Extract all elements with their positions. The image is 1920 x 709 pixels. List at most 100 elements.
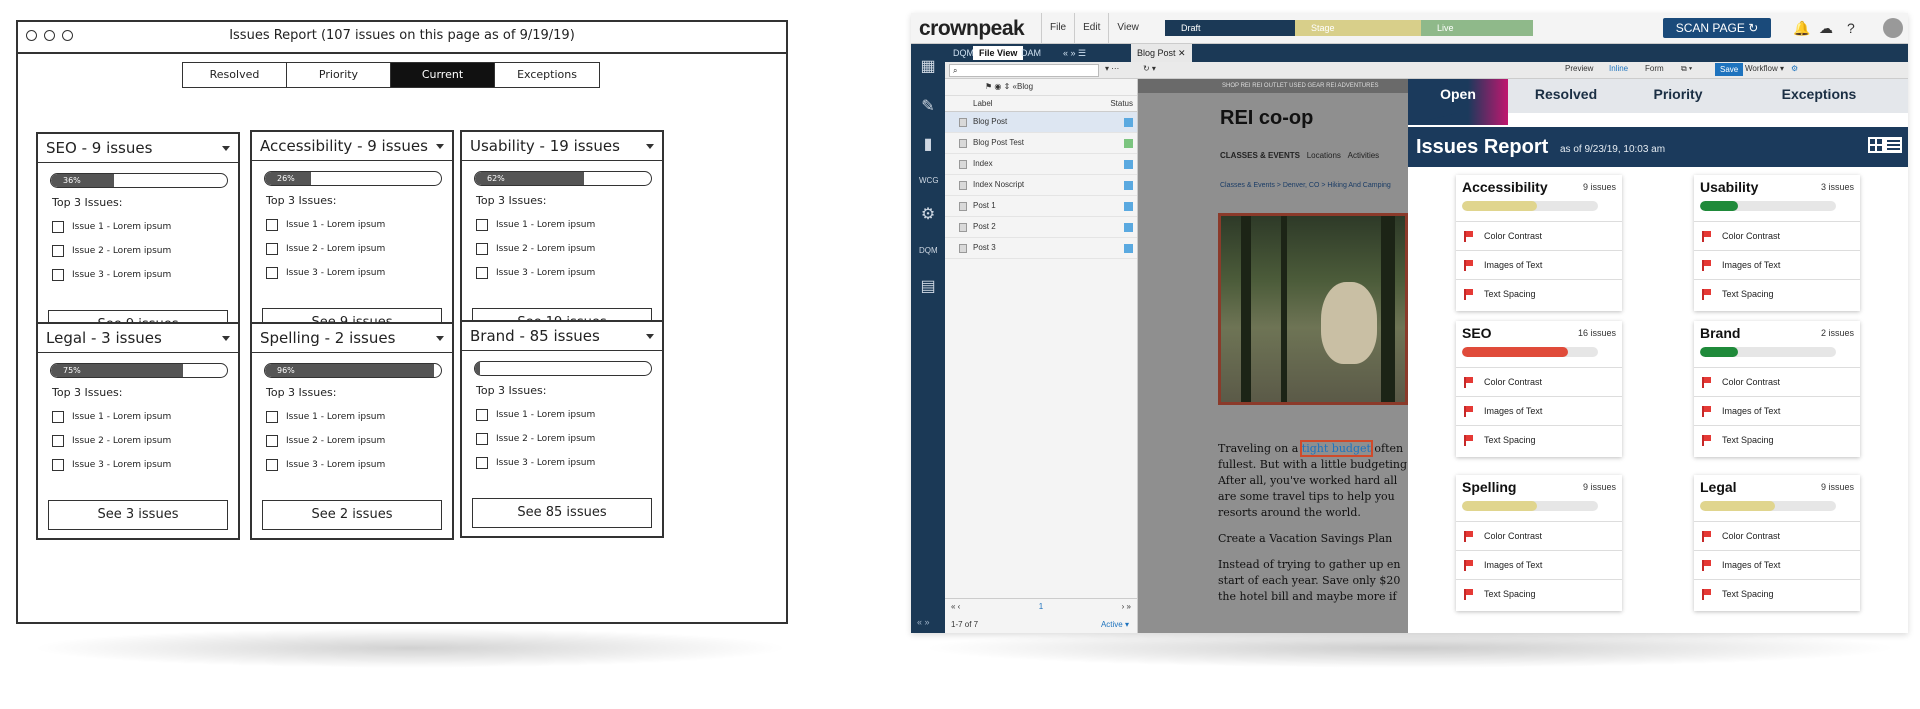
- chevron-down-icon[interactable]: [646, 334, 654, 339]
- issue-item[interactable]: Images of Text: [1694, 550, 1860, 579]
- card-title[interactable]: Accessibility - 9 issues: [252, 132, 452, 161]
- menu-file[interactable]: File: [1041, 13, 1074, 43]
- search-input[interactable]: ⌕: [949, 64, 1099, 77]
- tab-dam[interactable]: DAM: [1015, 46, 1047, 60]
- tab-resolved[interactable]: Resolved: [183, 63, 287, 87]
- tab-priority[interactable]: Priority: [287, 63, 391, 87]
- issue-checkbox[interactable]: [476, 433, 488, 445]
- see-issues-button[interactable]: See 85 issues: [472, 498, 652, 528]
- issue-item[interactable]: Color Contrast: [1456, 221, 1622, 250]
- card-title[interactable]: Brand: [1700, 325, 1740, 341]
- gear-icon[interactable]: ⚙: [919, 206, 937, 224]
- file-row[interactable]: Index Noscript: [945, 175, 1137, 196]
- card-title[interactable]: Spelling - 2 issues: [252, 324, 452, 353]
- issue-checkbox[interactable]: [476, 243, 488, 255]
- issue-item[interactable]: Color Contrast: [1694, 521, 1860, 550]
- card-title[interactable]: Usability - 19 issues: [462, 132, 662, 161]
- issue-item[interactable]: Images of Text: [1694, 396, 1860, 425]
- issue-checkbox[interactable]: [52, 269, 64, 281]
- dqm-icon[interactable]: DQM: [919, 242, 938, 260]
- issue-checkbox[interactable]: [476, 267, 488, 279]
- help-icon[interactable]: ?: [1847, 20, 1855, 36]
- preview-menu-locations[interactable]: Locations: [1307, 151, 1341, 160]
- issue-item[interactable]: Text Spacing: [1694, 425, 1860, 454]
- preview-menu-classes[interactable]: CLASSES & EVENTS: [1220, 151, 1300, 160]
- issue-item[interactable]: Color Contrast: [1456, 521, 1622, 550]
- card-title[interactable]: SEO: [1462, 325, 1492, 341]
- card-title[interactable]: Legal - 3 issues: [38, 324, 238, 353]
- preview-button[interactable]: Preview: [1565, 64, 1593, 73]
- file-row[interactable]: Post 2: [945, 217, 1137, 238]
- issue-item[interactable]: Color Contrast: [1694, 221, 1860, 250]
- issue-item[interactable]: Text Spacing: [1456, 279, 1622, 308]
- filter-icon[interactable]: ▾ ⋯: [1105, 64, 1119, 73]
- close-icon[interactable]: ✕: [1178, 48, 1186, 58]
- open-external-icon[interactable]: ⧉ ▾: [1681, 64, 1692, 74]
- issue-checkbox[interactable]: [52, 435, 64, 447]
- issue-item[interactable]: Images of Text: [1456, 250, 1622, 279]
- inline-button[interactable]: Inline: [1609, 64, 1628, 73]
- issue-checkbox[interactable]: [476, 219, 488, 231]
- file-row[interactable]: Blog Post Test: [945, 133, 1137, 154]
- breadcrumb-label[interactable]: Blog: [1017, 82, 1033, 91]
- card-title[interactable]: Spelling: [1462, 479, 1516, 495]
- highlighted-issue[interactable]: tight budget: [1299, 440, 1373, 457]
- see-issues-button[interactable]: See 2 issues: [262, 500, 442, 530]
- issue-checkbox[interactable]: [266, 219, 278, 231]
- issue-item[interactable]: Color Contrast: [1694, 367, 1860, 396]
- card-title[interactable]: Brand - 85 issues: [462, 322, 662, 351]
- issue-item[interactable]: Text Spacing: [1694, 579, 1860, 608]
- scan-page-button[interactable]: SCAN PAGE ↻: [1663, 18, 1771, 38]
- issue-checkbox[interactable]: [52, 245, 64, 257]
- report-tab-priority[interactable]: Priority: [1622, 79, 1734, 113]
- column-status[interactable]: Status: [1110, 96, 1133, 111]
- issue-item[interactable]: Images of Text: [1694, 250, 1860, 279]
- issue-checkbox[interactable]: [52, 411, 64, 423]
- see-issues-button[interactable]: See 3 issues: [48, 500, 228, 530]
- workflow-step-draft[interactable]: Draft: [1165, 20, 1295, 36]
- workflow-step-stage[interactable]: Stage: [1295, 20, 1421, 36]
- issue-item[interactable]: Images of Text: [1456, 396, 1622, 425]
- pager-page[interactable]: 1: [1039, 602, 1043, 611]
- settings-icon[interactable]: ⚙: [1791, 64, 1798, 73]
- issue-item[interactable]: Images of Text: [1456, 550, 1622, 579]
- issue-checkbox[interactable]: [266, 459, 278, 471]
- issue-checkbox[interactable]: [266, 267, 278, 279]
- chevron-down-icon[interactable]: [646, 144, 654, 149]
- user-avatar[interactable]: [1883, 18, 1903, 38]
- wcg-icon[interactable]: WCG: [919, 172, 939, 190]
- issue-item[interactable]: Color Contrast: [1456, 367, 1622, 396]
- tab-exceptions[interactable]: Exceptions: [495, 63, 599, 87]
- file-row[interactable]: Post 1: [945, 196, 1137, 217]
- save-button[interactable]: Save: [1715, 63, 1744, 76]
- chart-icon[interactable]: ▮: [919, 136, 937, 154]
- menu-view[interactable]: View: [1108, 13, 1147, 43]
- reload-icon[interactable]: ↻ ▾: [1143, 64, 1156, 73]
- pager-first-icon[interactable]: « ‹: [951, 599, 960, 615]
- issue-checkbox[interactable]: [52, 221, 64, 233]
- issue-item[interactable]: Text Spacing: [1694, 279, 1860, 308]
- issue-checkbox[interactable]: [52, 459, 64, 471]
- issue-checkbox[interactable]: [476, 409, 488, 421]
- bell-icon[interactable]: 🔔: [1793, 20, 1810, 37]
- issue-item[interactable]: Text Spacing: [1456, 579, 1622, 608]
- collapse-icon[interactable]: « »: [917, 617, 930, 627]
- chevron-down-icon[interactable]: [222, 336, 230, 341]
- cloud-icon[interactable]: ☁: [1819, 20, 1833, 37]
- workflow-step-live[interactable]: Live: [1421, 20, 1533, 36]
- file-row[interactable]: Index: [945, 154, 1137, 175]
- file-row[interactable]: Post 3: [945, 238, 1137, 259]
- preview-menu-activities[interactable]: Activities: [1348, 151, 1380, 160]
- panel-nav-icon[interactable]: « » ☰: [1057, 46, 1092, 60]
- card-title[interactable]: Legal: [1700, 479, 1737, 495]
- workflow-menu[interactable]: Workflow ▾: [1745, 64, 1784, 73]
- issue-checkbox[interactable]: [476, 457, 488, 469]
- issue-checkbox[interactable]: [266, 435, 278, 447]
- report-tab-exceptions[interactable]: Exceptions: [1734, 79, 1904, 113]
- report-tab-resolved[interactable]: Resolved: [1510, 79, 1622, 113]
- form-button[interactable]: Form: [1645, 64, 1664, 73]
- apps-icon[interactable]: ▤: [919, 278, 937, 296]
- card-title[interactable]: Usability: [1700, 179, 1758, 195]
- tab-current[interactable]: Current: [391, 63, 495, 87]
- chevron-down-icon[interactable]: [222, 146, 230, 151]
